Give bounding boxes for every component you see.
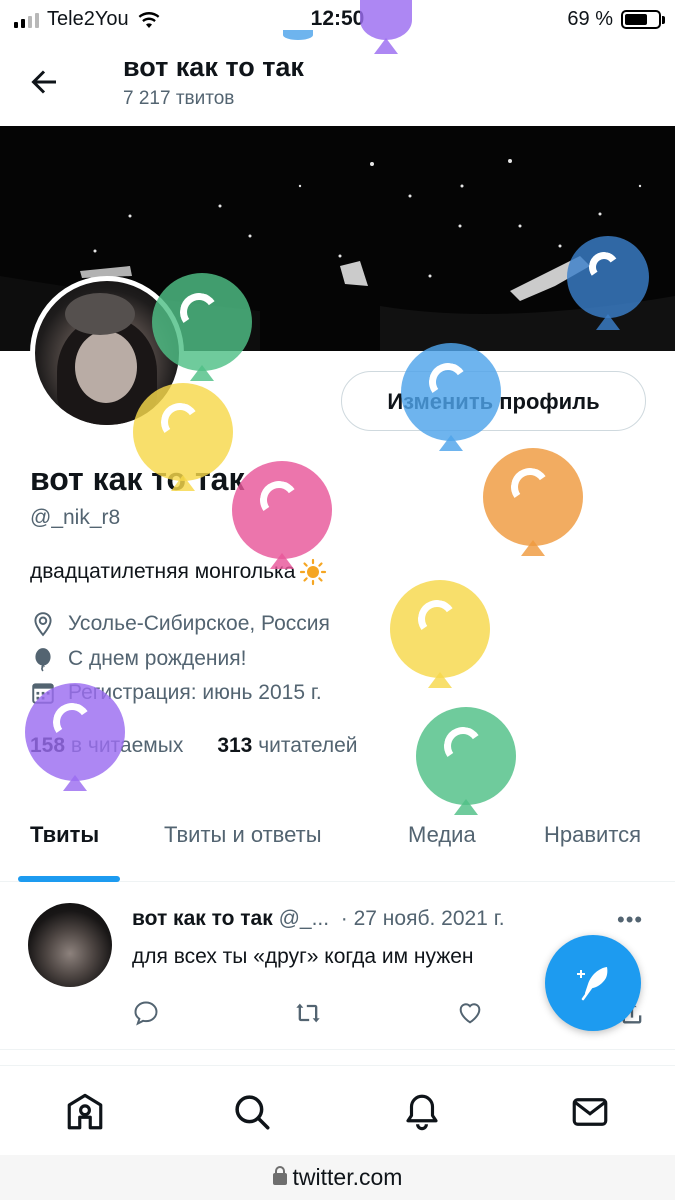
compose-tweet-button[interactable] — [545, 935, 641, 1031]
lock-icon — [272, 1166, 287, 1185]
arrow-left-icon[interactable] — [26, 64, 62, 100]
tab-tweets[interactable]: Твиты — [30, 822, 99, 848]
bio-text: двадцатилетняя монголька — [30, 560, 296, 583]
status-right: 69 % — [567, 8, 665, 31]
profile-header: вот как то так 7 217 твитов — [0, 38, 675, 126]
tweet-author[interactable]: вот как то так — [132, 907, 273, 930]
tweet-header: вот как то так @_... · 27 нояб. 2021 г. — [132, 907, 602, 931]
page-title: вот как то так — [123, 52, 304, 82]
reply-icon[interactable] — [132, 999, 160, 1027]
followers-label: читателей — [258, 734, 358, 757]
active-tab-indicator — [18, 876, 120, 882]
tab-likes[interactable]: Нравится — [544, 822, 641, 848]
notifications-icon[interactable] — [401, 1091, 443, 1133]
followers-link[interactable]: 313 читателей — [217, 734, 357, 758]
profile-birthday: С днем рождения! — [30, 646, 246, 672]
tweet-count: 7 217 твитов — [123, 88, 235, 109]
following-link[interactable]: 158 в читаемых — [30, 734, 183, 758]
battery-icon — [621, 10, 665, 29]
calendar-icon — [32, 683, 54, 704]
browser-url-bar[interactable]: twitter.com — [0, 1155, 675, 1200]
profile-tabs: Твиты Твиты и ответы Медиа Нравится — [0, 800, 675, 882]
edit-profile-button[interactable]: Изменить профиль — [341, 371, 646, 431]
retweet-icon[interactable] — [294, 999, 322, 1027]
location-text: Усолье-Сибирское, Россия — [68, 612, 330, 635]
following-label: в читаемых — [70, 734, 184, 757]
balloon-decoration — [390, 580, 490, 710]
tweet-handle: @_... — [278, 907, 330, 930]
profile-joined: Регистрация: июнь 2015 г. — [30, 680, 322, 706]
search-icon[interactable] — [231, 1091, 273, 1133]
tweet-text: для всех ты «друг» когда им нужен — [132, 945, 474, 968]
home-icon[interactable] — [64, 1091, 106, 1133]
profile-name: вот как то так — [30, 461, 245, 497]
profile-bio: двадцатилетняя монголька — [30, 558, 327, 586]
balloon-icon — [35, 648, 51, 672]
more-icon[interactable]: ••• — [617, 907, 643, 933]
status-bar: Tele2You 12:50 69 % — [0, 0, 675, 38]
tab-media[interactable]: Медиа — [408, 822, 476, 848]
following-count: 158 — [30, 734, 66, 757]
follow-stats: 158 в читаемых 313 читателей — [30, 734, 358, 758]
profile-avatar[interactable] — [30, 276, 184, 430]
tweet-date: · 27 нояб. 2021 г. — [340, 907, 505, 930]
followers-count: 313 — [217, 734, 253, 757]
compose-icon — [577, 967, 608, 1001]
location-icon — [34, 612, 52, 637]
battery-percent: 69 % — [567, 8, 613, 30]
profile-handle: @_nik_r8 — [30, 506, 121, 529]
url-text: twitter.com — [292, 1164, 403, 1190]
messages-icon[interactable] — [569, 1091, 611, 1133]
sun-emoji-icon — [300, 558, 327, 586]
profile-location: Усолье-Сибирское, Россия — [30, 611, 330, 637]
bottom-navigation — [0, 1065, 675, 1160]
tab-tweets-replies[interactable]: Твиты и ответы — [164, 822, 322, 848]
like-icon[interactable] — [456, 999, 484, 1027]
tweet-avatar[interactable] — [28, 903, 112, 987]
birthday-text: С днем рождения! — [68, 647, 247, 670]
joined-text: Регистрация: июнь 2015 г. — [68, 681, 322, 704]
balloon-decoration — [483, 448, 583, 578]
